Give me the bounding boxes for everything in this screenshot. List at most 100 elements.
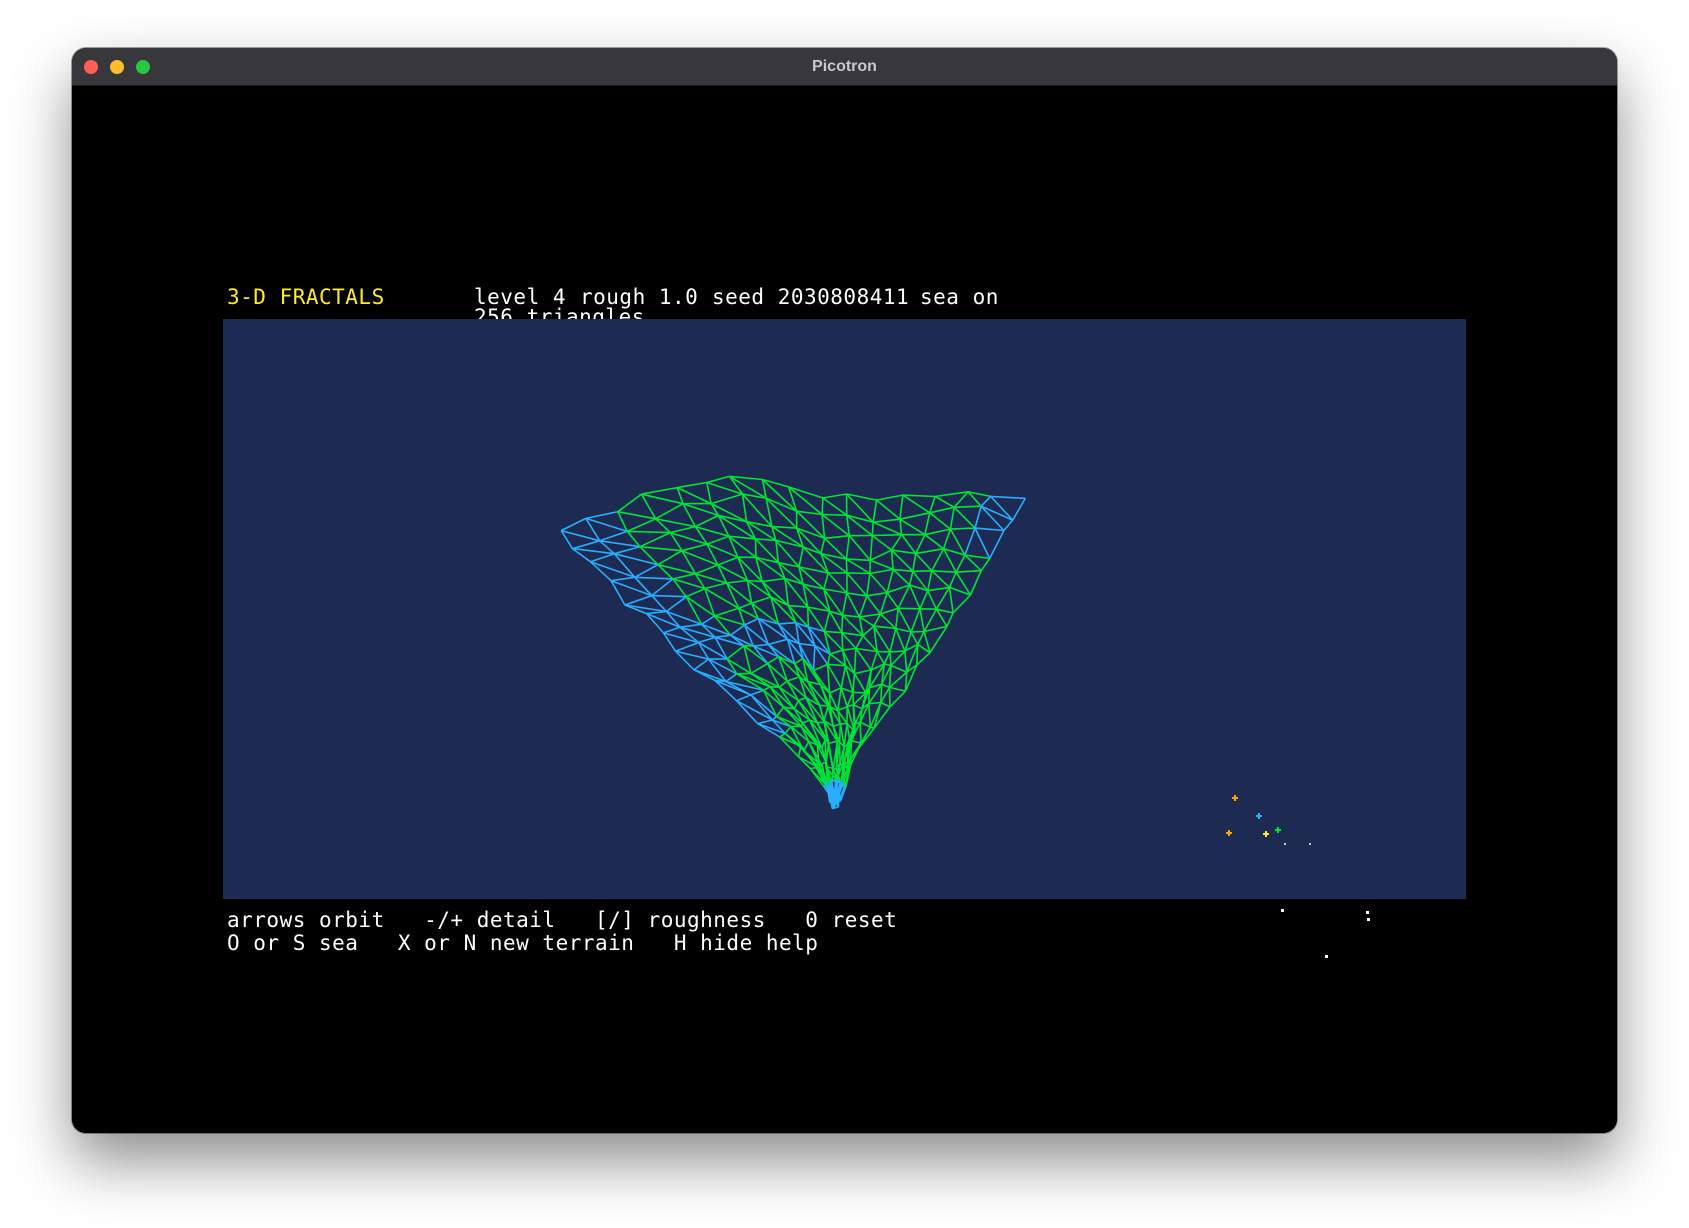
mesh-edge	[876, 651, 885, 665]
mesh-edge	[845, 515, 851, 536]
mesh-edge	[884, 663, 892, 667]
mesh-edge	[859, 721, 871, 728]
mesh-edge	[924, 534, 945, 550]
mesh-edge	[931, 570, 951, 588]
mesh-edge	[880, 607, 899, 615]
mesh-edge	[695, 514, 719, 528]
mesh-edge	[862, 625, 875, 637]
mesh-edge	[852, 704, 863, 710]
mesh-edge	[952, 594, 972, 614]
mesh-edge	[614, 545, 641, 555]
star-dot	[1366, 911, 1369, 914]
mesh-edge	[881, 683, 890, 689]
mesh-edge	[651, 578, 674, 597]
sea-readout: sea on	[920, 285, 999, 309]
mesh-edge	[738, 602, 752, 610]
mesh-edge	[627, 530, 671, 534]
mesh-edge	[726, 645, 745, 660]
mesh-edge	[890, 650, 906, 667]
mesh-edge	[868, 701, 881, 705]
mesh-edge	[651, 594, 687, 598]
mesh-edge	[824, 534, 850, 540]
mesh-edge	[848, 535, 871, 561]
mesh-edge	[744, 617, 759, 626]
mesh-edge	[845, 558, 871, 575]
mesh-edge	[879, 592, 888, 615]
mesh-edge	[889, 628, 897, 653]
mesh-edge	[846, 592, 861, 618]
mesh-edge	[639, 545, 683, 552]
mesh-edge	[929, 512, 951, 530]
mesh-edge	[779, 736, 800, 758]
mesh-edge	[829, 649, 843, 655]
mesh-edge	[872, 521, 902, 536]
mesh-edge	[681, 543, 708, 552]
mesh-edge	[657, 550, 683, 566]
mesh-edge	[908, 571, 914, 586]
mesh-edge	[796, 510, 826, 539]
mesh-edge	[853, 673, 867, 694]
mesh-edge	[617, 510, 656, 520]
mesh-edge	[1012, 497, 1026, 521]
mesh-edge	[910, 608, 921, 633]
mesh-edge	[701, 615, 715, 625]
mesh-edge	[890, 534, 903, 551]
mesh-edge	[889, 686, 906, 692]
terrain-viewport[interactable]	[223, 319, 1466, 899]
mesh-edge	[695, 564, 719, 575]
mesh-edge	[821, 497, 824, 515]
mesh-edge	[956, 569, 982, 573]
mesh-edge	[899, 518, 926, 536]
mesh-edge	[949, 507, 955, 530]
mesh-edge	[916, 631, 925, 645]
mesh-edge	[855, 635, 864, 649]
mesh-edge	[560, 517, 587, 532]
mesh-edge	[915, 547, 944, 555]
mesh-edge	[902, 494, 936, 498]
mesh-edge	[641, 486, 678, 495]
mesh-edge	[665, 596, 687, 613]
star-dot	[1281, 909, 1284, 912]
mesh-edge	[969, 570, 982, 596]
mesh-edge	[803, 741, 810, 752]
mesh-edge	[813, 663, 828, 672]
mesh-edge	[706, 535, 730, 545]
mesh-edge	[784, 726, 792, 734]
mesh-edge	[626, 518, 657, 533]
mesh-edge	[841, 632, 844, 651]
mesh-edge	[980, 558, 991, 572]
title-bar[interactable]: Picotron	[72, 48, 1617, 86]
mesh-edge	[779, 732, 786, 738]
mesh-edge	[750, 689, 764, 696]
mesh-edge	[714, 634, 731, 639]
mesh-edge	[890, 664, 908, 673]
mesh-edge	[706, 482, 712, 504]
mesh-edge	[802, 719, 811, 724]
mesh-edge	[883, 651, 891, 665]
game-screen[interactable]: 3-D FRACTALS level 4 rough 1.0 seed 2030…	[72, 86, 1617, 1133]
mesh-edge	[735, 700, 759, 725]
mesh-edge	[843, 723, 848, 747]
mesh-edge	[710, 493, 743, 505]
sparkle-star	[1232, 795, 1238, 801]
mesh-edge	[852, 673, 856, 693]
mesh-edge	[895, 608, 899, 629]
sparkle-star	[1275, 827, 1281, 833]
mesh-edge	[819, 704, 829, 707]
mesh-edge	[670, 525, 696, 534]
mesh-edge	[788, 604, 808, 608]
mesh-edge	[736, 699, 773, 721]
help-line-1: arrows orbit -/+ detail [/] roughness 0 …	[227, 908, 898, 932]
mesh-edge	[746, 579, 772, 598]
mesh-edge	[893, 568, 913, 573]
mesh-edge	[634, 576, 673, 580]
mesh-edge	[685, 587, 706, 598]
mesh-edge	[640, 493, 657, 520]
mesh-edge	[892, 568, 911, 586]
mesh-edge	[826, 653, 831, 665]
mesh-edge	[880, 701, 891, 708]
mesh-edge	[821, 514, 826, 539]
mesh-edge	[685, 596, 715, 617]
mesh-edge	[916, 652, 931, 666]
window-title: Picotron	[812, 58, 877, 75]
